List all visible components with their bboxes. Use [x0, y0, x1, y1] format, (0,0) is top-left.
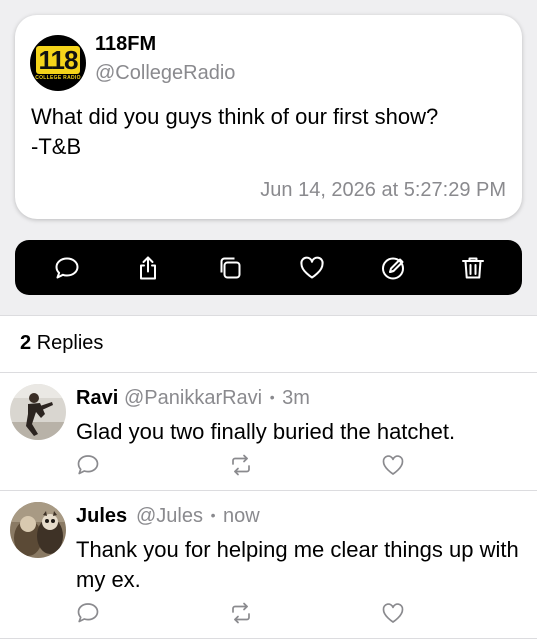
logo-number: 118	[38, 45, 79, 75]
repost-button[interactable]	[229, 453, 253, 477]
share-icon	[140, 256, 156, 280]
replies-count: 2	[20, 332, 32, 354]
reply-handle[interactable]: @Jules	[136, 505, 203, 527]
replies-count-header: 2 Replies	[20, 332, 103, 355]
reply-time: 3m	[282, 387, 310, 409]
repost-button[interactable]	[229, 601, 253, 625]
like-button[interactable]	[381, 601, 405, 625]
like-button[interactable]	[381, 453, 405, 477]
heart-icon	[300, 256, 324, 279]
reply-meta: @Jules • now	[136, 505, 260, 528]
reply-handle[interactable]: @PanikkarRavi	[124, 387, 262, 409]
copy-icon	[220, 257, 241, 279]
station-logo-avatar[interactable]: 118 COLLEGE RADIO	[30, 35, 86, 91]
replies-label: Replies	[36, 332, 104, 354]
post-card[interactable]: 118 COLLEGE RADIO 118FM @CollegeRadio Wh…	[15, 15, 522, 219]
copy-button[interactable]	[216, 254, 244, 282]
delete-button[interactable]	[459, 254, 487, 282]
reply-meta: @PanikkarRavi • 3m	[124, 387, 310, 410]
reply-text: Glad you two finally buried the hatchet.	[76, 419, 456, 444]
divider	[0, 490, 537, 491]
repost-icon	[232, 602, 250, 624]
edit-icon	[382, 257, 404, 280]
heart-icon	[382, 603, 404, 623]
post-display-name[interactable]: 118FM	[95, 33, 156, 56]
heart-icon	[382, 455, 404, 475]
avatar-image	[10, 502, 66, 558]
trash-icon	[462, 257, 484, 279]
logo-subtext: COLLEGE RADIO	[35, 75, 81, 81]
reply-icon	[55, 257, 79, 279]
reply-text: Thank you for helping me clear things up…	[76, 537, 519, 592]
edit-button[interactable]	[380, 254, 408, 282]
repost-icon	[232, 454, 250, 476]
reply-icon	[77, 603, 99, 623]
meta-separator: •	[269, 389, 275, 405]
reply-author-name[interactable]: Jules	[76, 505, 127, 528]
post-action-bar	[15, 240, 522, 295]
divider	[0, 372, 537, 373]
avatar-image	[10, 384, 66, 440]
divider	[0, 638, 537, 639]
like-button[interactable]	[298, 254, 326, 282]
reply-button[interactable]	[76, 453, 100, 477]
reply-button[interactable]	[76, 601, 100, 625]
post-timestamp: Jun 14, 2026 at 5:27:29 PM	[260, 179, 506, 201]
post-handle[interactable]: @CollegeRadio	[95, 62, 235, 85]
avatar[interactable]	[10, 502, 66, 558]
divider	[0, 315, 537, 316]
reply-icon	[77, 455, 99, 475]
post-text: What did you guys think of our first sho…	[31, 104, 439, 159]
share-button[interactable]	[134, 254, 162, 282]
reply-time: now	[223, 505, 260, 527]
reply-author-name[interactable]: Ravi	[76, 387, 118, 410]
reply-button[interactable]	[53, 254, 81, 282]
avatar[interactable]	[10, 384, 66, 440]
meta-separator: •	[210, 507, 216, 523]
